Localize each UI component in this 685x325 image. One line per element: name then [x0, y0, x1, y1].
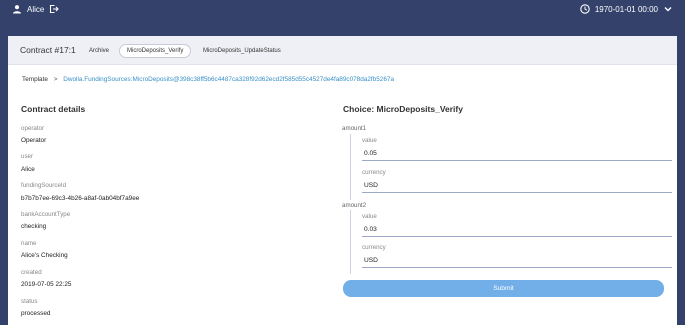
field-label-name: name: [21, 240, 37, 247]
amount2-value-input[interactable]: 0.03: [362, 222, 672, 237]
breadcrumb-separator: >: [53, 76, 58, 83]
amount1-value-input[interactable]: 0.05: [362, 146, 672, 161]
tab-archive[interactable]: Archive: [82, 44, 116, 58]
template-link[interactable]: Dwolla.FundingSources:MicroDeposits@398c…: [63, 76, 394, 83]
tab-microdeposits-verify[interactable]: MicroDeposits_Verify: [119, 44, 192, 58]
amount2-currency-label: currency: [362, 244, 386, 251]
field-label-status: status: [21, 298, 38, 305]
contract-title: Contract #17:1: [20, 45, 76, 55]
datetime-selector[interactable]: 1970-01-01 00:00: [580, 4, 673, 14]
field-label-user: user: [21, 153, 34, 160]
amount2-value-label: value: [362, 213, 377, 220]
user-menu[interactable]: Alice: [12, 4, 60, 14]
choice-title: Choice: MicroDeposits_Verify: [343, 104, 463, 114]
amount1-currency-input[interactable]: USD: [362, 178, 672, 193]
clock-icon: [580, 4, 590, 14]
datetime-value: 1970-01-01 00:00: [594, 4, 658, 14]
amount2-currency-input[interactable]: USD: [362, 253, 672, 268]
template-breadcrumb: Template > Dwolla.FundingSources:MicroDe…: [22, 76, 394, 83]
field-label-created: created: [21, 269, 42, 276]
amount1-label: amount1: [342, 125, 367, 132]
contract-header: Contract #17:1 Archive MicroDeposits_Ver…: [8, 36, 677, 65]
user-icon: [12, 4, 22, 14]
amount1-group: value 0.05 currency USD: [350, 134, 672, 200]
amount2-label: amount2: [342, 202, 367, 209]
field-value-status: processed: [21, 310, 51, 317]
field-value-name: Alice's Checking: [21, 252, 68, 259]
field-value-user: Alice: [21, 166, 35, 173]
field-value-created: 2019-07-05 22:25: [21, 281, 72, 288]
logout-icon[interactable]: [49, 4, 60, 14]
field-label-bank-account-type: bankAccountType: [21, 211, 71, 218]
submit-button[interactable]: Submit: [343, 280, 664, 297]
field-label-operator: operator: [21, 125, 45, 132]
field-value-bank-account-type: checking: [21, 223, 47, 230]
amount1-currency-label: currency: [362, 169, 386, 176]
field-label-funding-source-id: fundingSourceId: [21, 182, 67, 189]
field-value-funding-source-id: b7b7b7ee-69c3-4b26-a8af-0ab04bf7a9ee: [21, 195, 140, 202]
chevron-down-icon[interactable]: [663, 4, 673, 14]
amount1-value-label: value: [362, 137, 377, 144]
tab-microdeposits-updatestatus[interactable]: MicroDeposits_UpdateStatus: [196, 44, 288, 58]
field-value-operator: Operator: [21, 137, 47, 144]
contract-card: Contract #17:1 Archive MicroDeposits_Ver…: [8, 36, 677, 325]
contract-details-title: Contract details: [21, 104, 86, 114]
top-bar: Alice 1970-01-01 00:00: [0, 0, 685, 20]
template-label: Template: [22, 76, 48, 83]
amount2-group: value 0.03 currency USD: [350, 210, 672, 274]
user-name: Alice: [27, 4, 45, 14]
